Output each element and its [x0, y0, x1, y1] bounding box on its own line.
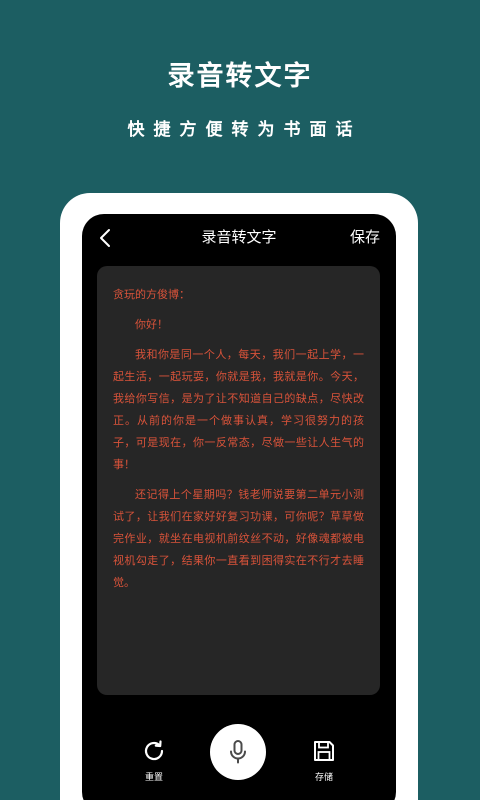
screen-title: 录音转文字: [201, 228, 277, 246]
reset-label: 重置: [144, 773, 163, 783]
transcript-paragraph: 我和你是同一个人，每天，我们一起上学，一起生活，一起玩耍，你就是我，我就是你。今…: [113, 348, 364, 471]
transcript-text: 贪玩的方俊博： 你好！ 我和你是同一个人，每天，我们一起上学，一起生活，一起玩耍…: [113, 284, 364, 594]
phone-screen: 录音转文字 保存 贪玩的方俊博： 你好！ 我和你是同一个人，每天，我们一起上学，…: [82, 214, 396, 800]
promo-title: 录音转文字: [167, 61, 313, 92]
refresh-icon: [144, 740, 164, 761]
transcript-paragraph: 还记得上个星期吗？钱老师说要第二单元小测试了，让我们在家好好复习功课，可你呢？草…: [113, 488, 364, 589]
microphone-icon: [230, 740, 246, 764]
top-bar: 录音转文字 保存: [82, 214, 396, 260]
store-label: 存储: [314, 773, 333, 783]
promo-subtitle: 快捷方便转为书面话: [127, 120, 362, 140]
reset-button[interactable]: 重置: [132, 738, 176, 783]
store-button[interactable]: 存储: [302, 738, 346, 783]
record-button[interactable]: [210, 724, 266, 780]
transcript-card[interactable]: 贪玩的方俊博： 你好！ 我和你是同一个人，每天，我们一起上学，一起生活，一起玩耍…: [97, 266, 380, 695]
save-button[interactable]: 保存: [350, 226, 380, 247]
transcript-greeting: 贪玩的方俊博：: [113, 288, 190, 301]
save-disk-icon: [314, 741, 334, 761]
transcript-hello: 你好！: [135, 318, 168, 331]
bottom-toolbar: 重置 存储: [82, 714, 396, 800]
